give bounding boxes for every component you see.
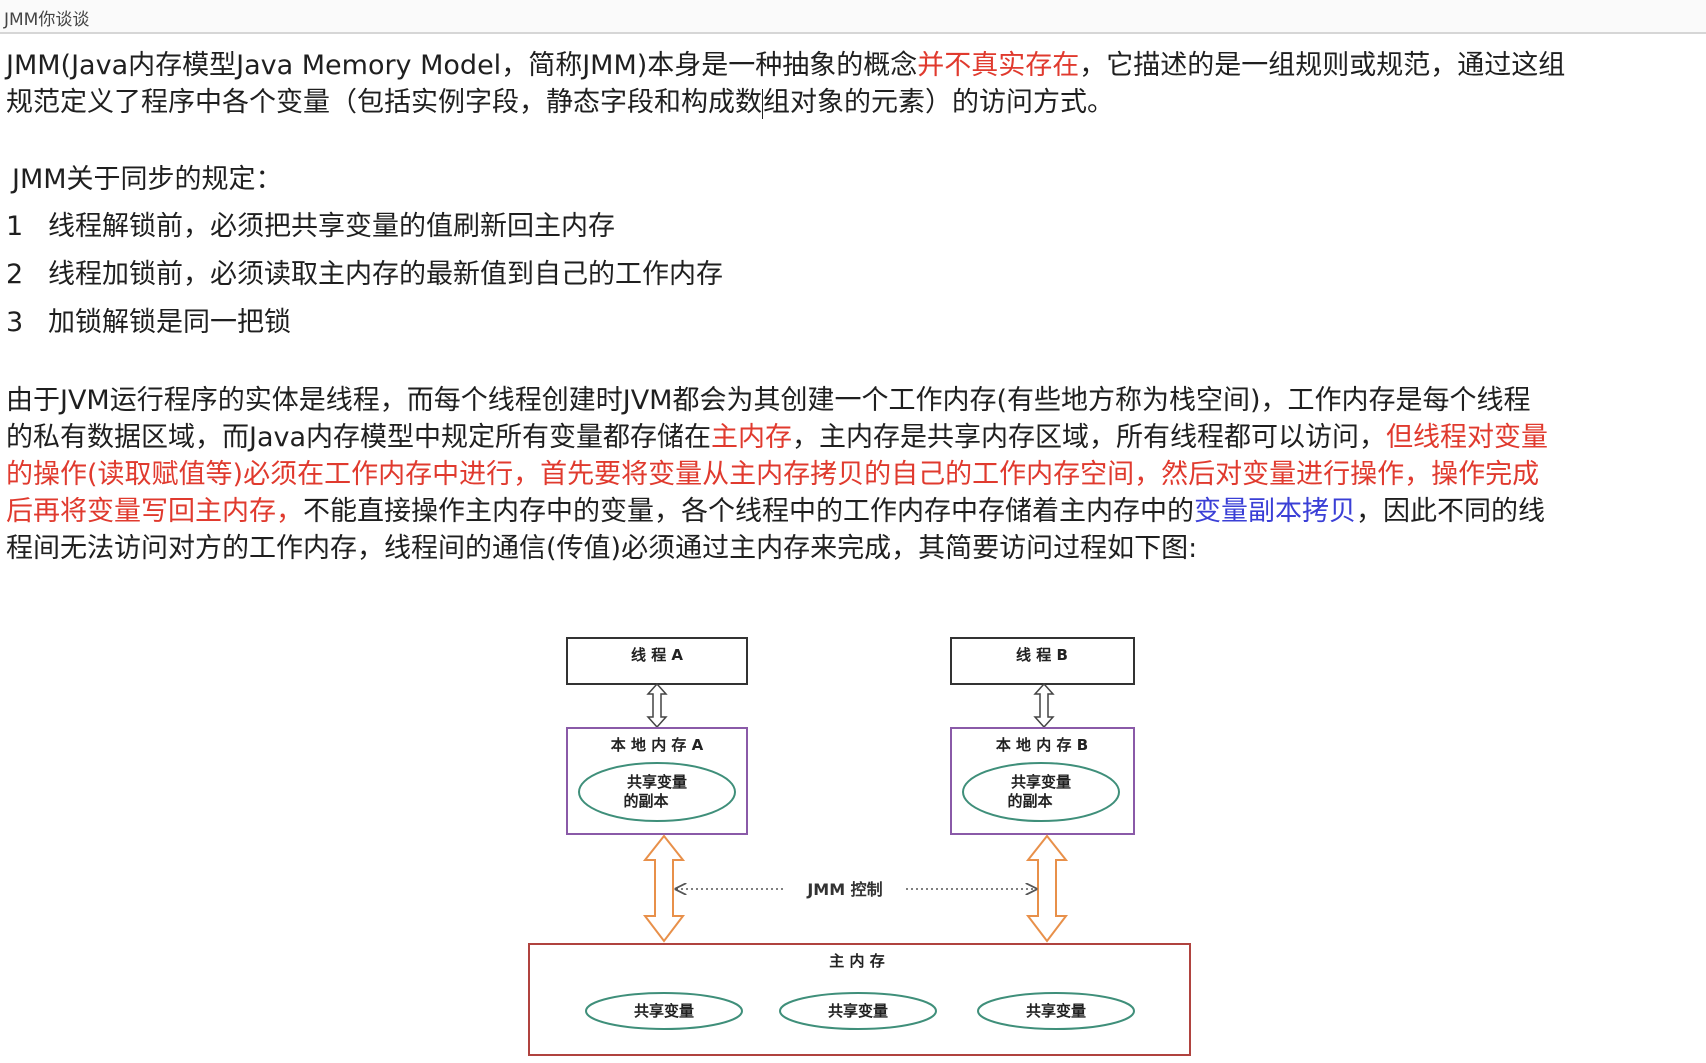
jmm-control-connector: JMM 控制 (676, 880, 1036, 899)
jmm-control-label: JMM 控制 (806, 880, 882, 899)
shared-variable-label: 共享变量 (828, 1002, 888, 1020)
local-memory-a-label: 本 地 内 存 A (611, 736, 704, 754)
local-memory-a-box: 本 地 内 存 A 共享变量 的副本 (566, 727, 748, 835)
thread-b-label: 线 程 B (1016, 646, 1068, 664)
shared-variable-label: 共享变量 (1026, 1002, 1086, 1020)
copy-label-line2: 的副本 (1007, 792, 1052, 810)
local-b-main-arrow (1025, 834, 1069, 943)
thread-a-label: 线 程 A (631, 646, 683, 664)
thread-b-local-arrow (1033, 682, 1055, 729)
thread-b-box: 线 程 B (950, 637, 1135, 685)
jmm-diagram: 线 程 A 线 程 B 本 地 内 存 A 共享变量 的副本 本 地 内 存 B… (528, 637, 1191, 1056)
thread-a-box: 线 程 A (566, 637, 748, 685)
main-memory-label: 主 内 存 (829, 952, 884, 970)
thread-a-local-arrow (646, 682, 668, 729)
copy-label-line1: 共享变量 (627, 773, 687, 791)
copy-label-line2: 的副本 (623, 792, 668, 810)
local-memory-b-label: 本 地 内 存 B (996, 736, 1088, 754)
shared-variable-label: 共享变量 (634, 1002, 694, 1020)
copy-label-line1: 共享变量 (1011, 773, 1071, 791)
local-memory-b-box: 本 地 内 存 B 共享变量 的副本 (950, 727, 1135, 835)
main-memory-box: 主 内 存 共享变量 共享变量 共享变量 (528, 943, 1191, 1056)
